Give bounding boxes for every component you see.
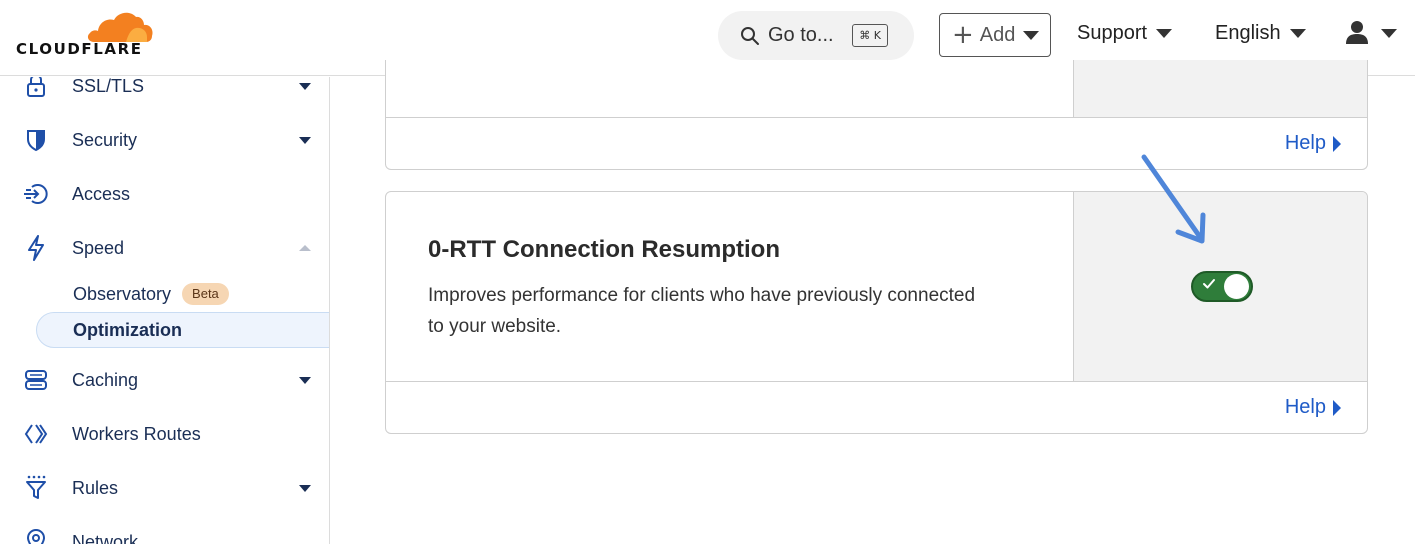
sidebar-item-label: Workers Routes: [72, 423, 201, 444]
card-footer: Help: [386, 381, 1367, 433]
setting-control-panel: [1073, 192, 1367, 381]
help-label: Help: [1284, 132, 1326, 154]
support-menu[interactable]: Support: [1077, 22, 1173, 45]
caret-right-icon: [1333, 399, 1341, 416]
sidebar-item-label: Speed: [72, 237, 125, 258]
shield-icon: [22, 126, 50, 154]
goto-search[interactable]: Go to... ⌘ K: [718, 11, 914, 60]
search-icon: [741, 26, 759, 45]
language-label: English: [1215, 22, 1281, 44]
caret-right-icon: [1333, 135, 1341, 152]
chevron-down-icon[interactable]: [299, 484, 311, 492]
shortcut-badge: ⌘ K: [852, 24, 888, 47]
chevron-down-icon[interactable]: [299, 136, 311, 144]
check-icon: [1203, 279, 1215, 289]
setting-card-previous: Help: [385, 60, 1368, 170]
0rtt-toggle[interactable]: [1191, 271, 1253, 302]
help-label: Help: [1284, 396, 1326, 418]
chevron-down-icon: [1381, 28, 1397, 38]
chevron-down-icon[interactable]: [299, 376, 311, 384]
add-button[interactable]: + Add: [939, 13, 1051, 57]
sidebar-subitem-label: Observatory: [73, 283, 172, 304]
chevron-down-icon: [1289, 29, 1306, 38]
user-menu[interactable]: [1345, 20, 1397, 46]
location-icon: [22, 528, 50, 544]
sidebar-item-label: Rules: [72, 477, 119, 498]
sidebar-item-label: SSL/TLS: [72, 77, 145, 96]
sidebar-item-speed[interactable]: Speed: [0, 228, 329, 268]
chevron-down-icon[interactable]: [299, 82, 311, 90]
sidebar-item-network[interactable]: Network: [0, 522, 329, 544]
chevron-up-icon[interactable]: [299, 245, 311, 251]
sidebar-item-security[interactable]: Security: [0, 120, 329, 160]
sidebar-item-label: Network: [72, 531, 139, 544]
beta-badge: Beta: [182, 283, 229, 305]
lightning-icon: [22, 234, 50, 262]
access-icon: [22, 180, 50, 208]
search-label: Go to...: [768, 24, 834, 46]
support-label: Support: [1077, 22, 1148, 44]
plus-icon: +: [952, 20, 974, 50]
sidebar-item-ssl-tls[interactable]: SSL/TLS: [0, 77, 329, 106]
cloudflare-logo[interactable]: CLOUDFLARE: [16, 8, 156, 64]
chevron-down-icon: [1156, 29, 1173, 38]
sidebar-item-caching[interactable]: Caching: [0, 360, 329, 400]
workers-icon: [22, 420, 50, 448]
chevron-down-icon: [1023, 30, 1040, 40]
toggle-knob: [1224, 274, 1249, 299]
brand-wordmark: CLOUDFLARE: [16, 40, 143, 58]
sidebar-item-access[interactable]: Access: [0, 174, 329, 214]
sidebar: SSL/TLS Security Access Speed Observator…: [0, 77, 330, 544]
user-icon: [1346, 21, 1368, 44]
lock-icon: [22, 77, 50, 100]
sidebar-subitem-label: Optimization: [73, 320, 182, 340]
add-label: Add: [979, 23, 1016, 46]
sidebar-item-label: Security: [72, 129, 138, 150]
funnel-icon: [22, 474, 50, 502]
sidebar-item-workers-routes[interactable]: Workers Routes: [0, 414, 329, 454]
help-link[interactable]: Help: [1285, 396, 1341, 419]
sidebar-item-label: Caching: [72, 369, 139, 390]
sidebar-subitem-observatory[interactable]: Observatory Beta: [73, 283, 229, 305]
cloud-icon: [87, 12, 153, 42]
sidebar-item-rules[interactable]: Rules: [0, 468, 329, 508]
server-icon: [22, 366, 50, 394]
setting-control-panel: [1073, 60, 1367, 117]
annotation-arrow-icon: [1141, 154, 1206, 244]
setting-title: 0-RTT Connection Resumption: [428, 236, 780, 263]
setting-description: Improves performance for clients who hav…: [428, 285, 976, 337]
language-menu[interactable]: English: [1215, 22, 1306, 45]
help-link[interactable]: Help: [1285, 132, 1341, 155]
setting-card-0rtt: 0-RTT Connection Resumption Improves per…: [385, 191, 1368, 434]
sidebar-item-label: Access: [72, 183, 131, 204]
sidebar-subitem-optimization[interactable]: Optimization: [36, 312, 329, 348]
